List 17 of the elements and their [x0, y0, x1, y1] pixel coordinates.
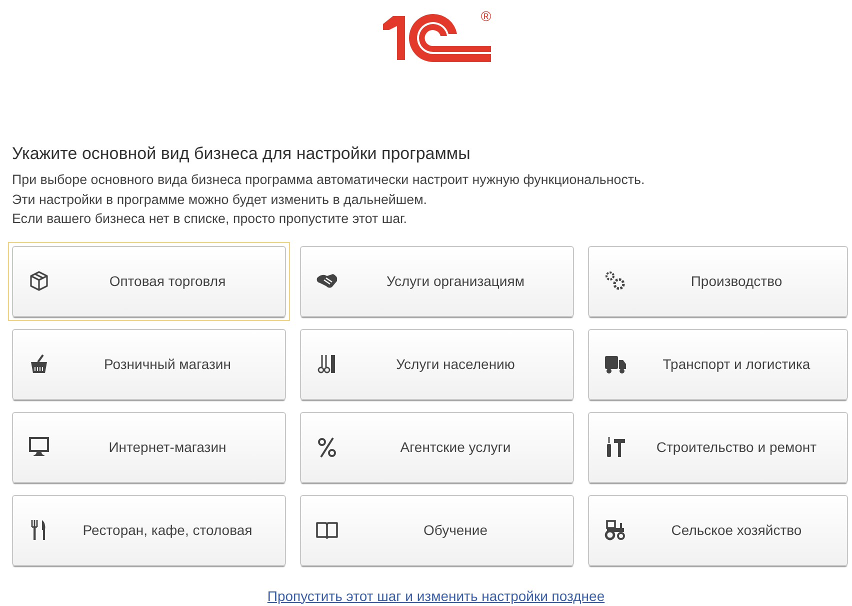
monitor-icon — [28, 436, 50, 458]
scissors-icon — [316, 353, 338, 375]
page-heading: Укажите основной вид бизнеса для настройки программы — [12, 144, 472, 164]
description-text: При выборе основного вида бизнеса программа автоматически настроит нужную функциональность. — [12, 171, 646, 189]
business-type-button[interactable]: Оптовая торговля — [8, 242, 290, 320]
gears-icon — [604, 270, 626, 292]
skip-link[interactable]: Пропустить этот шаг и изменить настройки позднее — [267, 588, 605, 604]
box-icon — [28, 270, 50, 292]
book-icon — [316, 519, 338, 541]
tractor-icon — [604, 519, 626, 541]
description-text: Эти настройки в программе можно будет изменить в дальнейшем. — [12, 190, 428, 209]
percent-icon — [316, 436, 338, 458]
truck-icon — [604, 353, 626, 375]
description-text: Если вашего бизнеса нет в списке, просто пропустите этот шаг. — [12, 210, 408, 228]
tools-icon — [604, 436, 626, 458]
basket-icon — [28, 353, 50, 375]
registered-mark: ® — [480, 8, 492, 24]
